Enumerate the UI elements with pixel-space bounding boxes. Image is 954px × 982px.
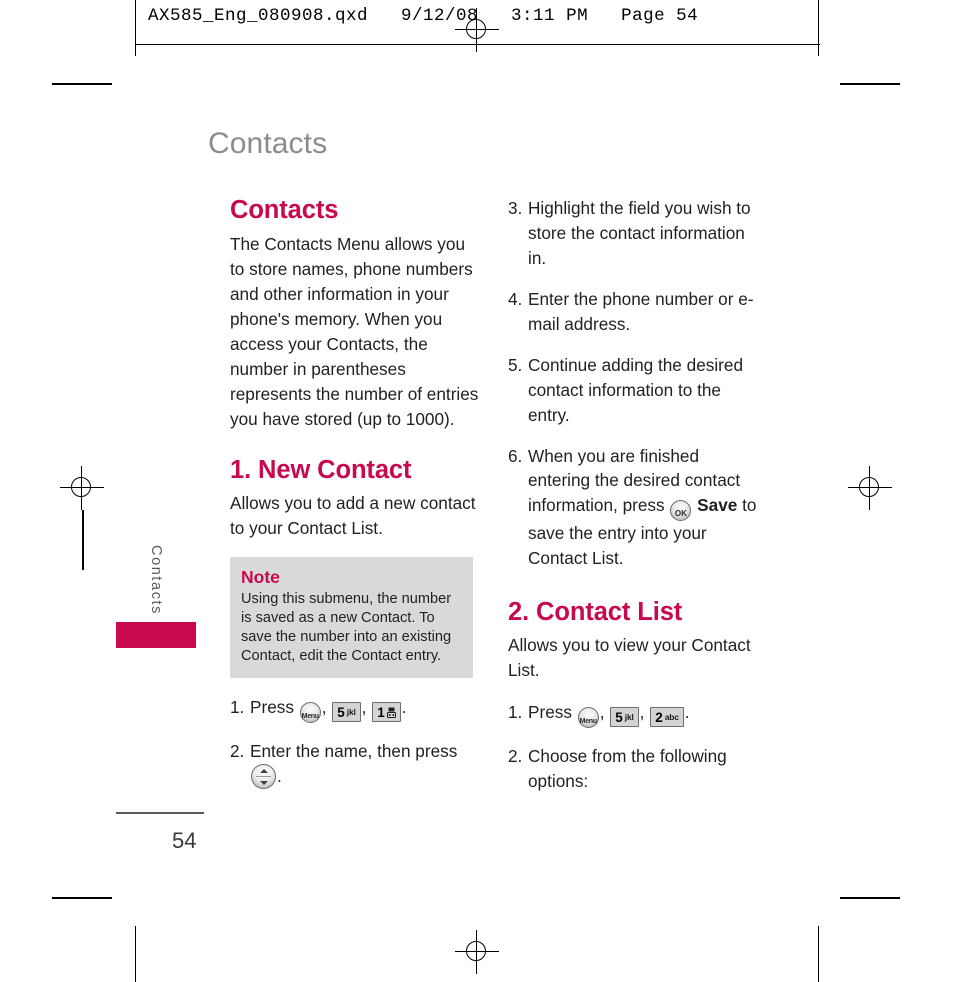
trim-line-left-bottom <box>135 926 137 982</box>
step-number: 5. <box>508 354 523 375</box>
step-number: 2. <box>230 741 245 762</box>
menu-key-label: Menu <box>579 718 597 726</box>
step-text: Choose from the following options: <box>528 746 727 792</box>
crop-mark-left-mid <box>82 510 85 570</box>
comma-sep: , <box>361 697 367 718</box>
section-heading-contacts: Contacts <box>230 196 339 224</box>
key-5-letters: jkl <box>624 712 634 723</box>
note-box: Note Using this submenu, the number is s… <box>230 557 473 679</box>
key-2-icon[interactable]: 2 abc <box>650 707 684 728</box>
step-text: Enter the name, then press . <box>250 739 480 790</box>
step-text-prefix: Press <box>250 697 294 718</box>
save-softkey-label: Save <box>697 495 738 516</box>
note-body: Using this submenu, the number is saved … <box>241 591 452 665</box>
trim-line-right <box>818 0 820 56</box>
step-text: When you are finished entering the desir… <box>528 444 758 572</box>
trim-line-left <box>135 0 137 56</box>
section-heading-new-contact: 1. New Contact <box>230 455 412 484</box>
registration-mark-bottom <box>455 930 499 974</box>
contact-list-body: Allows you to view your Contact List. <box>508 635 751 681</box>
key-1-digit: 1 <box>377 705 385 721</box>
crop-mark-top-left <box>52 83 112 86</box>
step-number: 6. <box>508 445 523 466</box>
voicemail-glyph-icon <box>386 704 396 719</box>
step-number: 1. <box>508 702 523 723</box>
nav-divider <box>256 776 271 778</box>
step-number: 4. <box>508 288 523 309</box>
trim-line-right-bottom <box>818 926 820 982</box>
registration-mark-left <box>60 466 104 510</box>
page-title: Contacts <box>208 127 328 160</box>
side-tab-accent-block <box>116 622 196 648</box>
new-contact-body: Allows you to add a new contact to your … <box>230 492 476 538</box>
step-item: 5. Continue adding the desired contact i… <box>508 353 758 428</box>
key-1-voicemail-icon[interactable]: 1 <box>372 702 401 723</box>
key-5-letters: jkl <box>346 707 356 718</box>
comma-sep: , <box>599 702 605 723</box>
key-5-icon[interactable]: 5 jkl <box>332 702 361 723</box>
ok-key-icon[interactable]: OK <box>670 500 692 522</box>
menu-key-icon[interactable]: Menu <box>577 707 599 729</box>
step-text: Press Menu, 5 jkl, 2 abc. <box>528 700 758 729</box>
menu-key-label: Menu <box>301 713 319 721</box>
crop-mark-bottom-left <box>52 897 112 900</box>
step-item: 4. Enter the phone number or e-mail addr… <box>508 287 758 337</box>
step-number: 1. <box>230 697 245 718</box>
step-text: Press Menu, 5 jkl, 1. <box>250 695 480 724</box>
step-text: Enter the phone number or e-mail address… <box>528 288 754 334</box>
step-text: Continue adding the desired contact info… <box>528 354 744 425</box>
registration-mark-right <box>848 466 892 510</box>
prepress-header-text: AX585_Eng_080908.qxd 9/12/08 3:11 PM Pag… <box>148 6 699 26</box>
step-text-suffix: . <box>277 766 282 787</box>
comma-sep: , <box>639 702 645 723</box>
page-number: 54 <box>172 828 197 853</box>
step-item: 6. When you are finished entering the de… <box>508 444 758 572</box>
menu-key-icon[interactable]: Menu <box>299 702 321 724</box>
step-item: 1. Press Menu, 5 jkl, 1. <box>230 695 480 724</box>
step-text-prefix: Press <box>528 702 572 723</box>
step-text: Highlight the field you wish to store th… <box>528 198 751 268</box>
ok-key-label: OK <box>674 509 687 519</box>
key-2-letters: abc <box>664 712 679 723</box>
footer-rule <box>116 812 204 814</box>
key-5-icon[interactable]: 5 jkl <box>610 707 639 728</box>
nav-up-arrow-icon <box>259 768 268 773</box>
contacts-intro-paragraph: The Contacts Menu allows you to store na… <box>230 234 479 429</box>
key-5-digit: 5 <box>615 710 623 726</box>
step-text-prefix: Enter the name, then press <box>250 741 458 762</box>
step-text-suffix: . <box>684 702 690 723</box>
step-text-suffix: . <box>401 697 407 718</box>
step-number: 3. <box>508 198 523 218</box>
key-2-digit: 2 <box>655 710 663 726</box>
left-column: Contacts The Contacts Menu allows you to… <box>230 196 480 805</box>
comma-sep: , <box>321 697 327 718</box>
side-tab-label: Contacts <box>148 545 164 616</box>
nav-updown-key-icon[interactable] <box>251 764 276 790</box>
registration-mark-top <box>455 8 499 52</box>
section-heading-contact-list: 2. Contact List <box>508 598 683 627</box>
step-item: 2. Choose from the following options: <box>508 744 758 794</box>
step-number: 2. <box>508 746 523 767</box>
step-item: 3. Highlight the field you wish to store… <box>508 196 758 271</box>
step-item: 1. Press Menu, 5 jkl, 2 abc. <box>508 700 758 729</box>
step-item: 2. Enter the name, then press . <box>230 739 480 790</box>
key-5-digit: 5 <box>337 705 345 721</box>
nav-down-arrow-icon <box>259 780 268 785</box>
right-column: 3. Highlight the field you wish to store… <box>508 196 758 810</box>
crop-mark-top-right <box>840 83 900 86</box>
note-title: Note <box>241 567 280 588</box>
crop-mark-bottom-right <box>840 897 900 900</box>
